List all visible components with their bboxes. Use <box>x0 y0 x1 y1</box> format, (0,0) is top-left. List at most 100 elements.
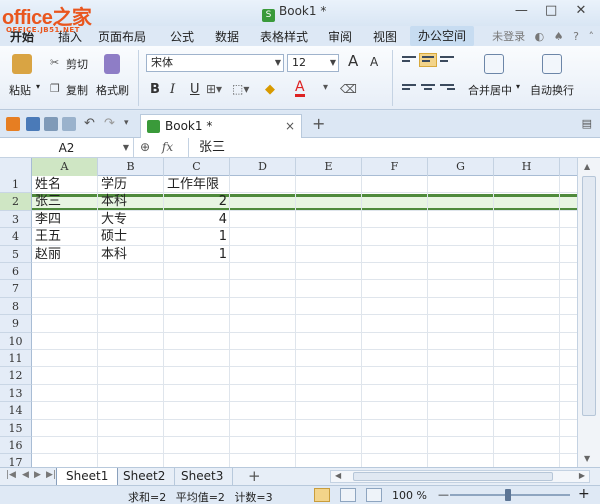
italic-button[interactable]: I <box>170 82 175 97</box>
sheet-tab-sheet1[interactable]: Sheet1 <box>56 468 119 486</box>
zoom-level[interactable]: 100 % <box>392 489 427 502</box>
paste-icon[interactable] <box>12 54 32 74</box>
cell-c4[interactable]: 1 <box>164 228 230 245</box>
scroll-right-icon[interactable]: ▶ <box>579 471 585 480</box>
app-menu-icon[interactable] <box>6 117 20 131</box>
format-painter-button[interactable]: 格式刷 <box>96 82 129 98</box>
shirt-icon[interactable]: ♠ <box>554 30 564 43</box>
minimize-button[interactable]: — <box>508 3 534 18</box>
row-header-14[interactable]: 14 <box>0 402 32 420</box>
skin-icon[interactable]: ◐ <box>535 30 545 43</box>
zoom-in-button[interactable]: + <box>578 486 590 502</box>
cell-c3[interactable]: 4 <box>164 211 230 228</box>
cell-a4[interactable]: 王五 <box>32 228 98 245</box>
merge-center-button[interactable]: 合并居中 <box>468 82 512 98</box>
row-header-17[interactable]: 17 <box>0 454 32 467</box>
align-middle-icon[interactable] <box>419 53 437 67</box>
normal-view-icon[interactable] <box>314 488 330 502</box>
help-icon[interactable]: ? <box>573 30 579 43</box>
tab-data[interactable]: 数据 <box>215 28 239 45</box>
vertical-scroll-thumb[interactable] <box>582 176 596 416</box>
tab-formulas[interactable]: 公式 <box>170 28 194 45</box>
row-header-12[interactable]: 12 <box>0 367 32 385</box>
row-header-15[interactable]: 15 <box>0 419 32 437</box>
print-preview-icon[interactable] <box>62 117 76 131</box>
zoom-search-icon[interactable]: ⊕ <box>140 140 150 154</box>
login-status[interactable]: 未登录 <box>492 30 525 43</box>
add-sheet-button[interactable]: + <box>248 467 261 485</box>
row-header-3[interactable]: 3 <box>0 210 32 229</box>
save-icon[interactable] <box>26 117 40 131</box>
select-all-corner[interactable] <box>0 158 32 176</box>
column-header-d[interactable]: D <box>230 158 296 176</box>
redo-icon[interactable]: ↷ <box>104 116 115 131</box>
font-size-select[interactable]: 12 ▼ <box>287 54 339 72</box>
row-header-4[interactable]: 4 <box>0 228 32 246</box>
column-header-b[interactable]: B <box>98 158 164 176</box>
bold-button[interactable]: B <box>150 82 160 97</box>
zoom-slider-thumb[interactable] <box>505 489 511 501</box>
sheet-tab-sheet3[interactable]: Sheet3 <box>172 468 234 486</box>
column-header-a[interactable]: A <box>32 158 98 176</box>
merge-center-icon[interactable] <box>484 54 504 74</box>
collapse-ribbon-icon[interactable]: ˄ <box>589 30 595 43</box>
close-tab-icon[interactable]: × <box>285 115 295 137</box>
cell-b5[interactable]: 本科 <box>98 246 164 263</box>
cell-a5[interactable]: 赵丽 <box>32 246 98 263</box>
grow-font-button[interactable]: A <box>348 52 358 70</box>
align-bottom-icon[interactable] <box>438 54 456 68</box>
shrink-font-button[interactable]: A <box>370 55 378 69</box>
row-header-7[interactable]: 7 <box>0 280 32 298</box>
tab-office-space[interactable]: 办公空间 <box>410 26 475 46</box>
row-header-10[interactable]: 10 <box>0 332 32 350</box>
copy-button[interactable]: 复制 <box>66 82 88 98</box>
merge-dropdown-icon[interactable]: ▾ <box>516 82 520 91</box>
insert-function-button[interactable]: fx <box>162 140 173 154</box>
name-box[interactable]: A2 ▼ <box>0 138 134 158</box>
sheet-tab-sheet2[interactable]: Sheet2 <box>114 468 176 486</box>
row-header-8[interactable]: 8 <box>0 297 32 316</box>
tab-list-icon[interactable]: ▤ <box>582 117 592 130</box>
format-painter-icon[interactable] <box>104 54 120 74</box>
font-name-select[interactable]: 宋体 ▼ <box>146 54 284 72</box>
row-header-6[interactable]: 6 <box>0 263 32 281</box>
last-sheet-icon[interactable]: ▶| <box>46 470 56 480</box>
new-tab-button[interactable]: + <box>312 114 325 133</box>
align-left-icon[interactable] <box>400 82 418 96</box>
vertical-scrollbar[interactable]: ▲ ▼ <box>577 158 600 467</box>
align-top-icon[interactable] <box>400 54 418 68</box>
row-header-16[interactable]: 16 <box>0 437 32 455</box>
row-header-1[interactable]: 1 <box>0 176 32 194</box>
cell-a3[interactable]: 李四 <box>32 211 98 228</box>
align-right-icon[interactable] <box>438 82 456 96</box>
align-center-icon[interactable] <box>419 82 437 96</box>
cell-b1[interactable]: 学历 <box>98 176 164 193</box>
page-break-view-icon[interactable] <box>340 488 356 502</box>
cell-b3[interactable]: 大专 <box>98 211 164 228</box>
column-header-e[interactable]: E <box>296 158 362 176</box>
font-color-icon[interactable]: A <box>295 80 305 97</box>
tab-review[interactable]: 审阅 <box>328 28 352 45</box>
row-header-11[interactable]: 11 <box>0 350 32 368</box>
row-header-9[interactable]: 9 <box>0 315 32 333</box>
cell-a1[interactable]: 姓名 <box>32 176 98 193</box>
cell-c1[interactable]: 工作年限 <box>164 176 230 193</box>
cell-c2[interactable]: 2 <box>164 193 230 210</box>
more-font-options-icon[interactable]: ▾ <box>323 82 328 93</box>
cell-style-icon[interactable]: ⬚▾ <box>232 82 249 96</box>
close-button[interactable]: ✕ <box>568 3 594 18</box>
wrap-text-button[interactable]: 自动换行 <box>530 82 574 98</box>
column-header-f[interactable]: F <box>362 158 428 176</box>
tab-page-layout[interactable]: 页面布局 <box>98 28 146 45</box>
cell-c5[interactable]: 1 <box>164 246 230 263</box>
next-sheet-icon[interactable]: ▶ <box>34 470 41 480</box>
borders-icon[interactable]: ⊞▾ <box>206 82 222 96</box>
row-header-13[interactable]: 13 <box>0 384 32 403</box>
document-tab[interactable]: Book1 * × <box>140 114 302 138</box>
cell-a2[interactable]: 张三 <box>32 193 98 210</box>
paste-button[interactable]: 粘贴 <box>9 82 31 98</box>
restore-button[interactable]: □ <box>538 3 564 18</box>
row-header-2[interactable]: 2 <box>0 193 32 211</box>
column-header-g[interactable]: G <box>428 158 494 176</box>
column-header-c[interactable]: C <box>164 158 230 176</box>
